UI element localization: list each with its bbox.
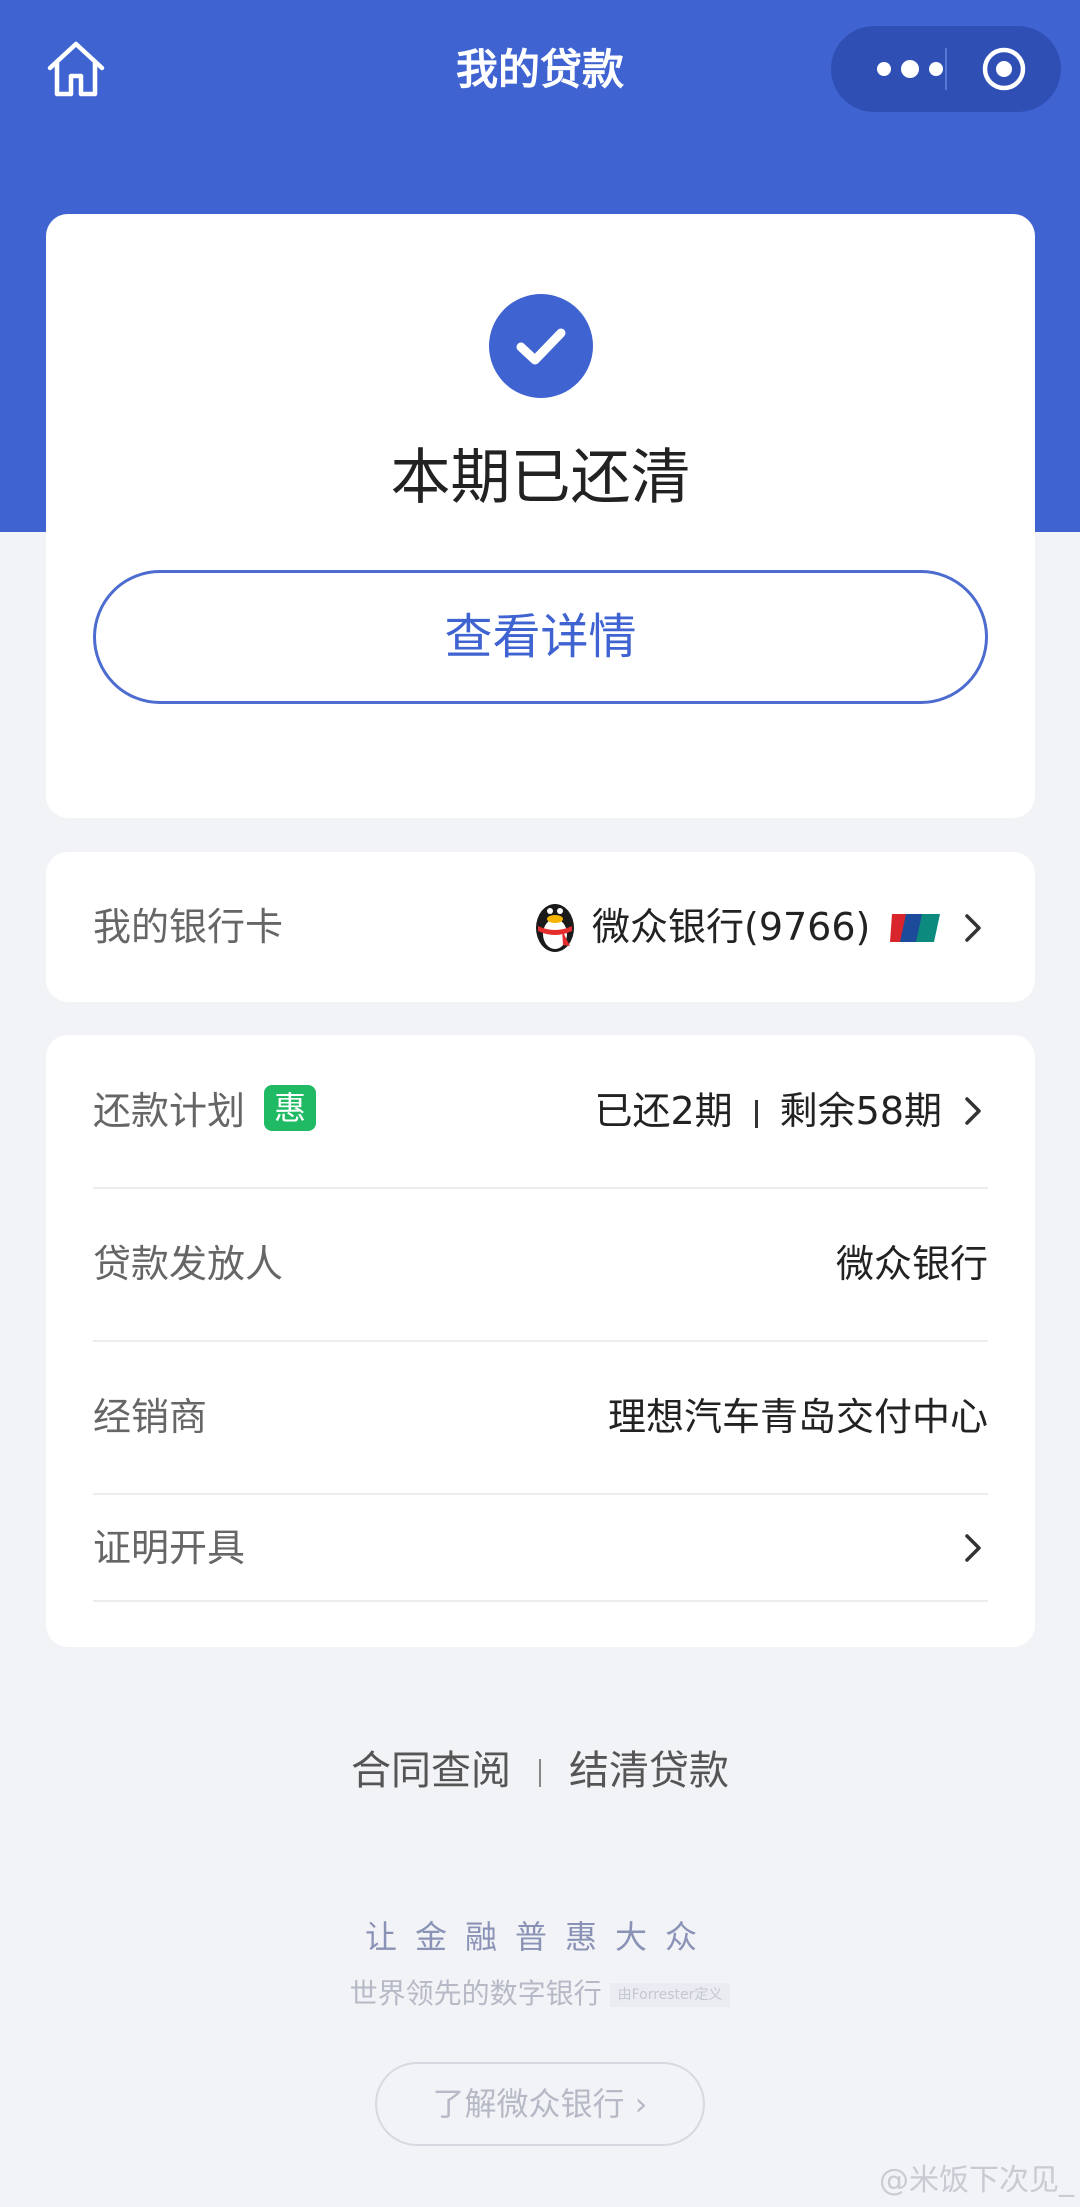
check-circle-icon (489, 294, 593, 398)
contract-link[interactable]: 合同查阅 (351, 1743, 511, 1799)
discount-badge: 惠 (264, 1085, 316, 1131)
certificate-label: 证明开具 (93, 1526, 246, 1570)
more-icon[interactable] (863, 26, 953, 112)
slogan: 让金融普惠大众 (364, 1918, 715, 1956)
chevron-right-icon (963, 1530, 985, 1566)
sub-slogan: 世界领先的数字银行 由Forrester定义 (0, 1974, 1080, 2014)
chevron-right-icon (963, 1093, 985, 1129)
dealer-label: 经销商 (93, 1395, 208, 1439)
forrester-note: 由Forrester定义 (609, 1983, 731, 2007)
loan-info-card: 还款计划 惠 已还2期 剩余58期 贷款发放人 微众银行 经销商 理想汽车青岛交付… (46, 1035, 1035, 1647)
status-card: 本期已还清 查看详情 (46, 214, 1035, 818)
mini-program-capsule (831, 26, 1061, 112)
paid-periods: 已还2期 (594, 1089, 733, 1133)
unionpay-icon (888, 910, 942, 946)
repayment-plan-label: 还款计划 (93, 1089, 246, 1133)
row-divider (93, 1600, 988, 1602)
penguin-logo-icon (532, 898, 578, 954)
certificate-row[interactable]: 证明开具 (46, 1494, 1035, 1604)
status-text: 本期已还清 (390, 443, 691, 513)
watermark: @米饭下次见_ (879, 2163, 1074, 2198)
bank-card-value: 微众银行(9766) (592, 905, 871, 949)
value-divider (754, 1099, 758, 1128)
nav-bar: 我的贷款 (0, 0, 1080, 140)
bank-card-label: 我的银行卡 (93, 905, 284, 949)
lender-row: 贷款发放人 微众银行 (46, 1188, 1035, 1341)
capsule-divider (945, 48, 947, 90)
settle-loan-link[interactable]: 结清贷款 (569, 1743, 729, 1799)
chevron-right-icon (963, 910, 985, 946)
lender-label: 贷款发放人 (93, 1242, 284, 1286)
learn-webank-button[interactable]: 了解微众银行 › (375, 2062, 705, 2146)
remaining-periods: 剩余58期 (779, 1089, 942, 1133)
link-divider (539, 1759, 541, 1787)
bottom-links: 合同查阅 结清贷款 (0, 1743, 1080, 1799)
repayment-plan-value: 已还2期 剩余58期 (594, 1085, 942, 1137)
repayment-plan-row[interactable]: 还款计划 惠 已还2期 剩余58期 (46, 1035, 1035, 1188)
sub-slogan-text: 世界领先的数字银行 (349, 1977, 602, 2010)
view-details-button[interactable]: 查看详情 (93, 570, 988, 704)
lender-value: 微众银行 (835, 1242, 988, 1286)
bank-card-row[interactable]: 我的银行卡 微众银行(9766) (46, 852, 1035, 1002)
dealer-value: 理想汽车青岛交付中心 (607, 1395, 988, 1439)
dealer-row: 经销商 理想汽车青岛交付中心 (46, 1341, 1035, 1494)
target-icon[interactable] (981, 46, 1027, 92)
